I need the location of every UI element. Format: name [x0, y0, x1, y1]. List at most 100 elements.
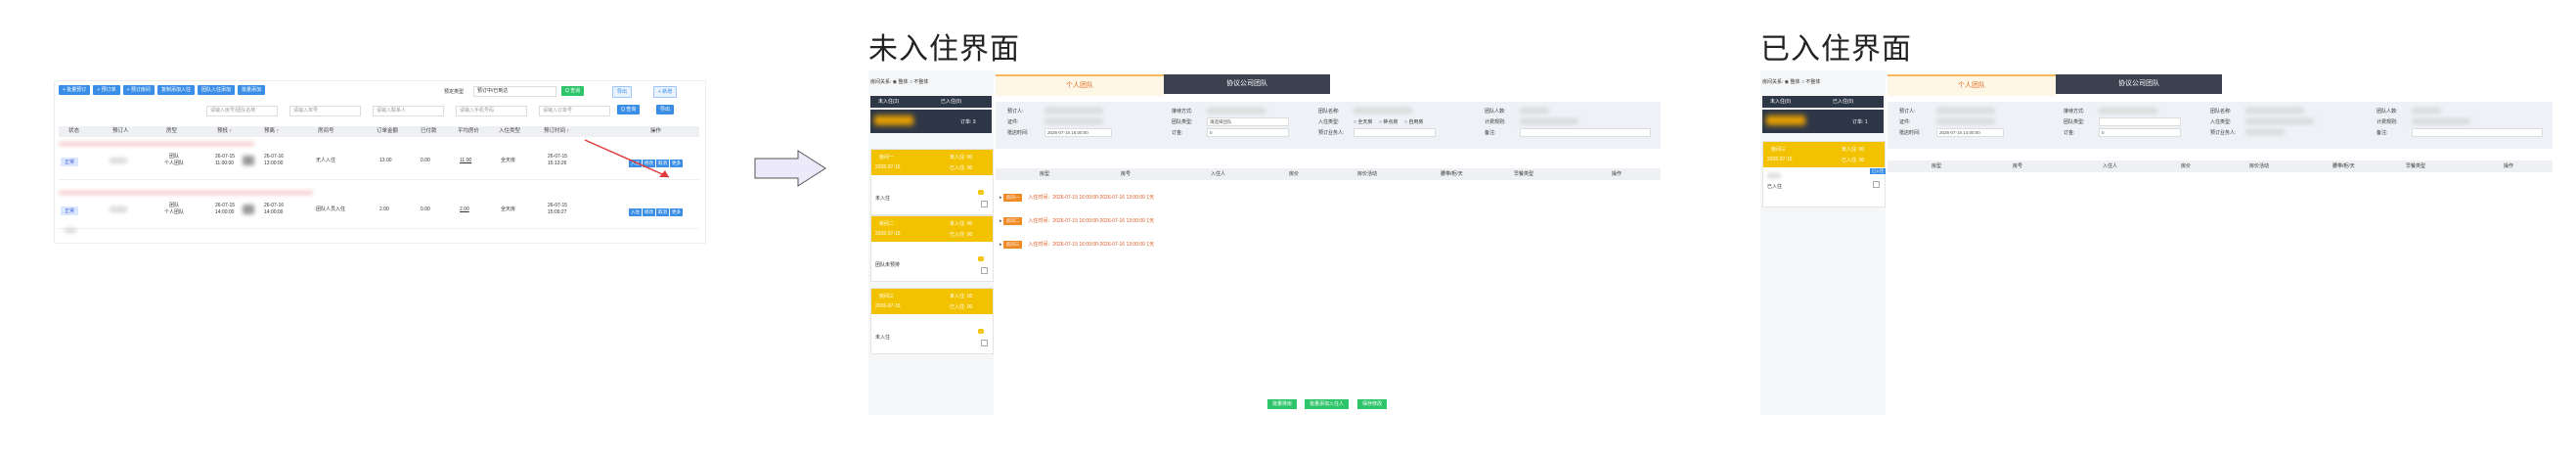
th-arrive[interactable]: 预抵 ↑ — [217, 126, 232, 137]
export-blue-button[interactable]: 导出 — [656, 105, 675, 115]
room-table-header: 房型 房号 入住人 房价 房价活动 腰带/柜/天 早餐类型 操作 — [996, 168, 1661, 180]
id-label: 证件: — [1007, 119, 1019, 125]
th-time[interactable]: 预订时间 ↑ — [544, 126, 569, 137]
sidebar-status-bar: 未入住(0) 已入住(0) — [1762, 96, 1884, 108]
remark-input[interactable] — [1520, 128, 1651, 137]
radio-not-whole[interactable]: ○ 不整体 — [910, 79, 928, 85]
table-header: 状态 预订人 房型 预抵 ↑ 预离 ↑ 房间号 订单金额 已付款 平均房价 入住… — [59, 126, 699, 137]
tab-personal-team[interactable]: 个人团队 — [1888, 74, 2056, 96]
th-room-no: 房间号 — [318, 128, 334, 134]
room-search-input[interactable]: 请输入房号/团队名称 — [206, 106, 278, 116]
room-tag-mini: ○ — [978, 329, 985, 334]
batch-book-button[interactable]: + 批量预订 — [59, 85, 91, 95]
room-type: 团队 个人团队 — [164, 154, 185, 166]
book-time: 26-07-15 15:09:27 — [548, 203, 568, 215]
book-room-button[interactable]: + 预订房间 — [122, 85, 155, 95]
type-opt-self[interactable]: ○ 自用房 — [1404, 118, 1423, 125]
room-state2: 已入住: 00 — [1842, 158, 1865, 163]
entry-text: 入住时间：2026-07-15 16:00:00-2026-07-16 13:0… — [1028, 242, 1155, 248]
arrive-input[interactable]: 2026-07-15 16:00:00 — [1044, 128, 1112, 137]
phone-input[interactable]: 请输入手机号码 — [456, 106, 527, 116]
team-type-select[interactable] — [2099, 117, 2181, 126]
th-paid: 已付款 — [421, 128, 437, 134]
room-relation: 房间关系: ◉ 整体 ○ 不整体 — [1762, 78, 1820, 85]
room-card[interactable]: 房间三 未入住: 00 2026-07-15 已入住: 00 已入住 — [1762, 141, 1886, 207]
booker-label: 预订人: — [1007, 109, 1024, 115]
order-count: 订单: 3 — [960, 119, 976, 125]
th-room-no: 房号 — [1121, 171, 1132, 177]
in-tab[interactable]: 已入住(0) — [941, 96, 961, 108]
not-in-tab[interactable]: 未入住(0) — [1770, 96, 1791, 108]
export-button[interactable]: 导出 — [612, 86, 633, 98]
th-ops: 操作 — [650, 128, 662, 134]
th-price-activity: 房价活动 — [2249, 163, 2270, 169]
salesperson-select[interactable] — [1354, 128, 1436, 137]
billing-rule-label: 计费规则: — [2376, 119, 2398, 125]
billing-rule-label: 计费规则: — [1485, 119, 1506, 125]
in-tab[interactable]: 已入住(0) — [1833, 96, 1853, 108]
room-tag-mini: ○ — [978, 190, 985, 195]
room-entry[interactable]: ▸ 房间三 入住时间：2026-07-15 16:00:00-2026-07-16… — [999, 241, 1154, 249]
room-card[interactable]: 房间三 未入住: 00 2026-07-15 已入住: 00 未入住 — [870, 288, 994, 354]
team-type-select[interactable]: 请选择团队 — [1207, 117, 1289, 126]
deposit-input[interactable]: 0 — [2099, 128, 2181, 137]
tab-company-team[interactable]: 协议公司团队 — [1164, 74, 1330, 94]
room-checkbox[interactable] — [981, 340, 988, 346]
radio-whole[interactable]: ◉ 整体 — [893, 79, 909, 85]
team-checkin-button[interactable]: 团队入住添加 — [197, 85, 235, 95]
batch-add-guest-button[interactable]: 批量添加入住人 — [1305, 399, 1350, 409]
team-count-label: 团队人数: — [1485, 109, 1506, 115]
radio-not-whole[interactable]: ○ 不整体 — [1801, 79, 1820, 85]
toolbar: + 批量预订 + 预订单 + 预订房间 复制添加入住 团队入住添加 批量添加 — [59, 85, 265, 95]
book-time: 26-07-15 15:13:26 — [548, 154, 568, 166]
tab-personal-team[interactable]: 个人团队 — [996, 74, 1164, 96]
th-room-type: 房型 — [1040, 171, 1050, 177]
checkin-type-label: 入住类型: — [2210, 119, 2232, 125]
entry-text: 入住时间：2026-07-15 16:00:00-2026-07-16 13:0… — [1028, 218, 1155, 224]
type-opt-allday[interactable]: ○ 全天房 — [1354, 118, 1372, 125]
amount: 13.00 — [379, 158, 392, 163]
avg-price[interactable]: 11.00 — [460, 158, 471, 164]
copy-checkin-button[interactable]: 复制添加入住 — [156, 85, 195, 95]
save-button[interactable]: 保存修改 — [1357, 399, 1388, 409]
remark-input[interactable] — [2412, 128, 2543, 137]
add-button[interactable]: + 新增 — [653, 86, 678, 98]
room-person: 未入住 — [875, 335, 891, 341]
room-card[interactable]: 房间二 未入住: 00 2026-07-15 已入住: 00 团队未预排 — [870, 215, 994, 282]
cancel-button[interactable]: 取消 — [656, 208, 669, 216]
book-order-button[interactable]: + 预订单 — [93, 85, 120, 95]
room-checkbox[interactable] — [981, 267, 988, 274]
deposit-input[interactable]: 0 — [1207, 128, 1289, 137]
room-checkbox[interactable] — [1873, 181, 1880, 188]
th-price: 房价 — [2181, 163, 2192, 169]
search-green-button[interactable]: Q 查询 — [561, 86, 585, 96]
order-type-select[interactable]: 预订中/已到达 — [473, 86, 556, 97]
orderid-input[interactable]: 请输入订单号 — [539, 106, 610, 116]
order-no-input[interactable]: 请输入单号 — [289, 106, 361, 116]
room-entry[interactable]: ▸ 房间二 入住时间：2026-07-15 16:00:00-2026-07-16… — [999, 217, 1154, 225]
order-summary: 订单: 1 — [1762, 110, 1884, 133]
reception-label: 接待方式: — [1172, 109, 1193, 115]
room-checkbox[interactable] — [981, 201, 988, 207]
contact-input[interactable]: 请输入联系人 — [373, 106, 444, 116]
room-entry[interactable]: ▸ 房间一 入住时间：2026-07-15 16:00:00-2026-07-16… — [999, 194, 1154, 202]
batch-add-button[interactable]: 批量添加 — [237, 85, 265, 95]
arrive-input[interactable]: 2026-07-15 14:00:00 — [1936, 128, 2004, 137]
more-button[interactable]: 更多 — [670, 208, 683, 216]
th-belt: 腰带/柜/天 — [1441, 171, 1463, 177]
checkin-button[interactable]: 入住 — [629, 208, 642, 216]
query-button[interactable]: Q 查询 — [617, 105, 641, 115]
not-in-tab[interactable]: 未入住(3) — [878, 96, 899, 108]
edit-button[interactable]: 修改 — [643, 208, 655, 216]
batch-assign-button[interactable]: 批量排房 — [1267, 399, 1298, 409]
radio-whole[interactable]: ◉ 整体 — [1785, 79, 1800, 85]
not-checked-in-panel: 房间关系: ◉ 整体 ○ 不整体 未入住(3) 已入住(0) 订单: 3 房间一… — [868, 70, 1663, 415]
room-date: 2026-07-15 — [875, 231, 901, 237]
type-opt-hourly[interactable]: ○ 钟点房 — [1379, 118, 1398, 125]
th-leave[interactable]: 预离 ↑ — [264, 126, 279, 137]
th-ops: 操作 — [2504, 163, 2514, 169]
room-card[interactable]: 房间一 未入住: 00 2026-07-15 已入住: 00 未入住 — [870, 149, 994, 215]
tab-company-team[interactable]: 协议公司团队 — [2056, 74, 2222, 94]
avg-price[interactable]: 2.00 — [460, 207, 469, 213]
room-name: 房间二 — [879, 221, 895, 227]
